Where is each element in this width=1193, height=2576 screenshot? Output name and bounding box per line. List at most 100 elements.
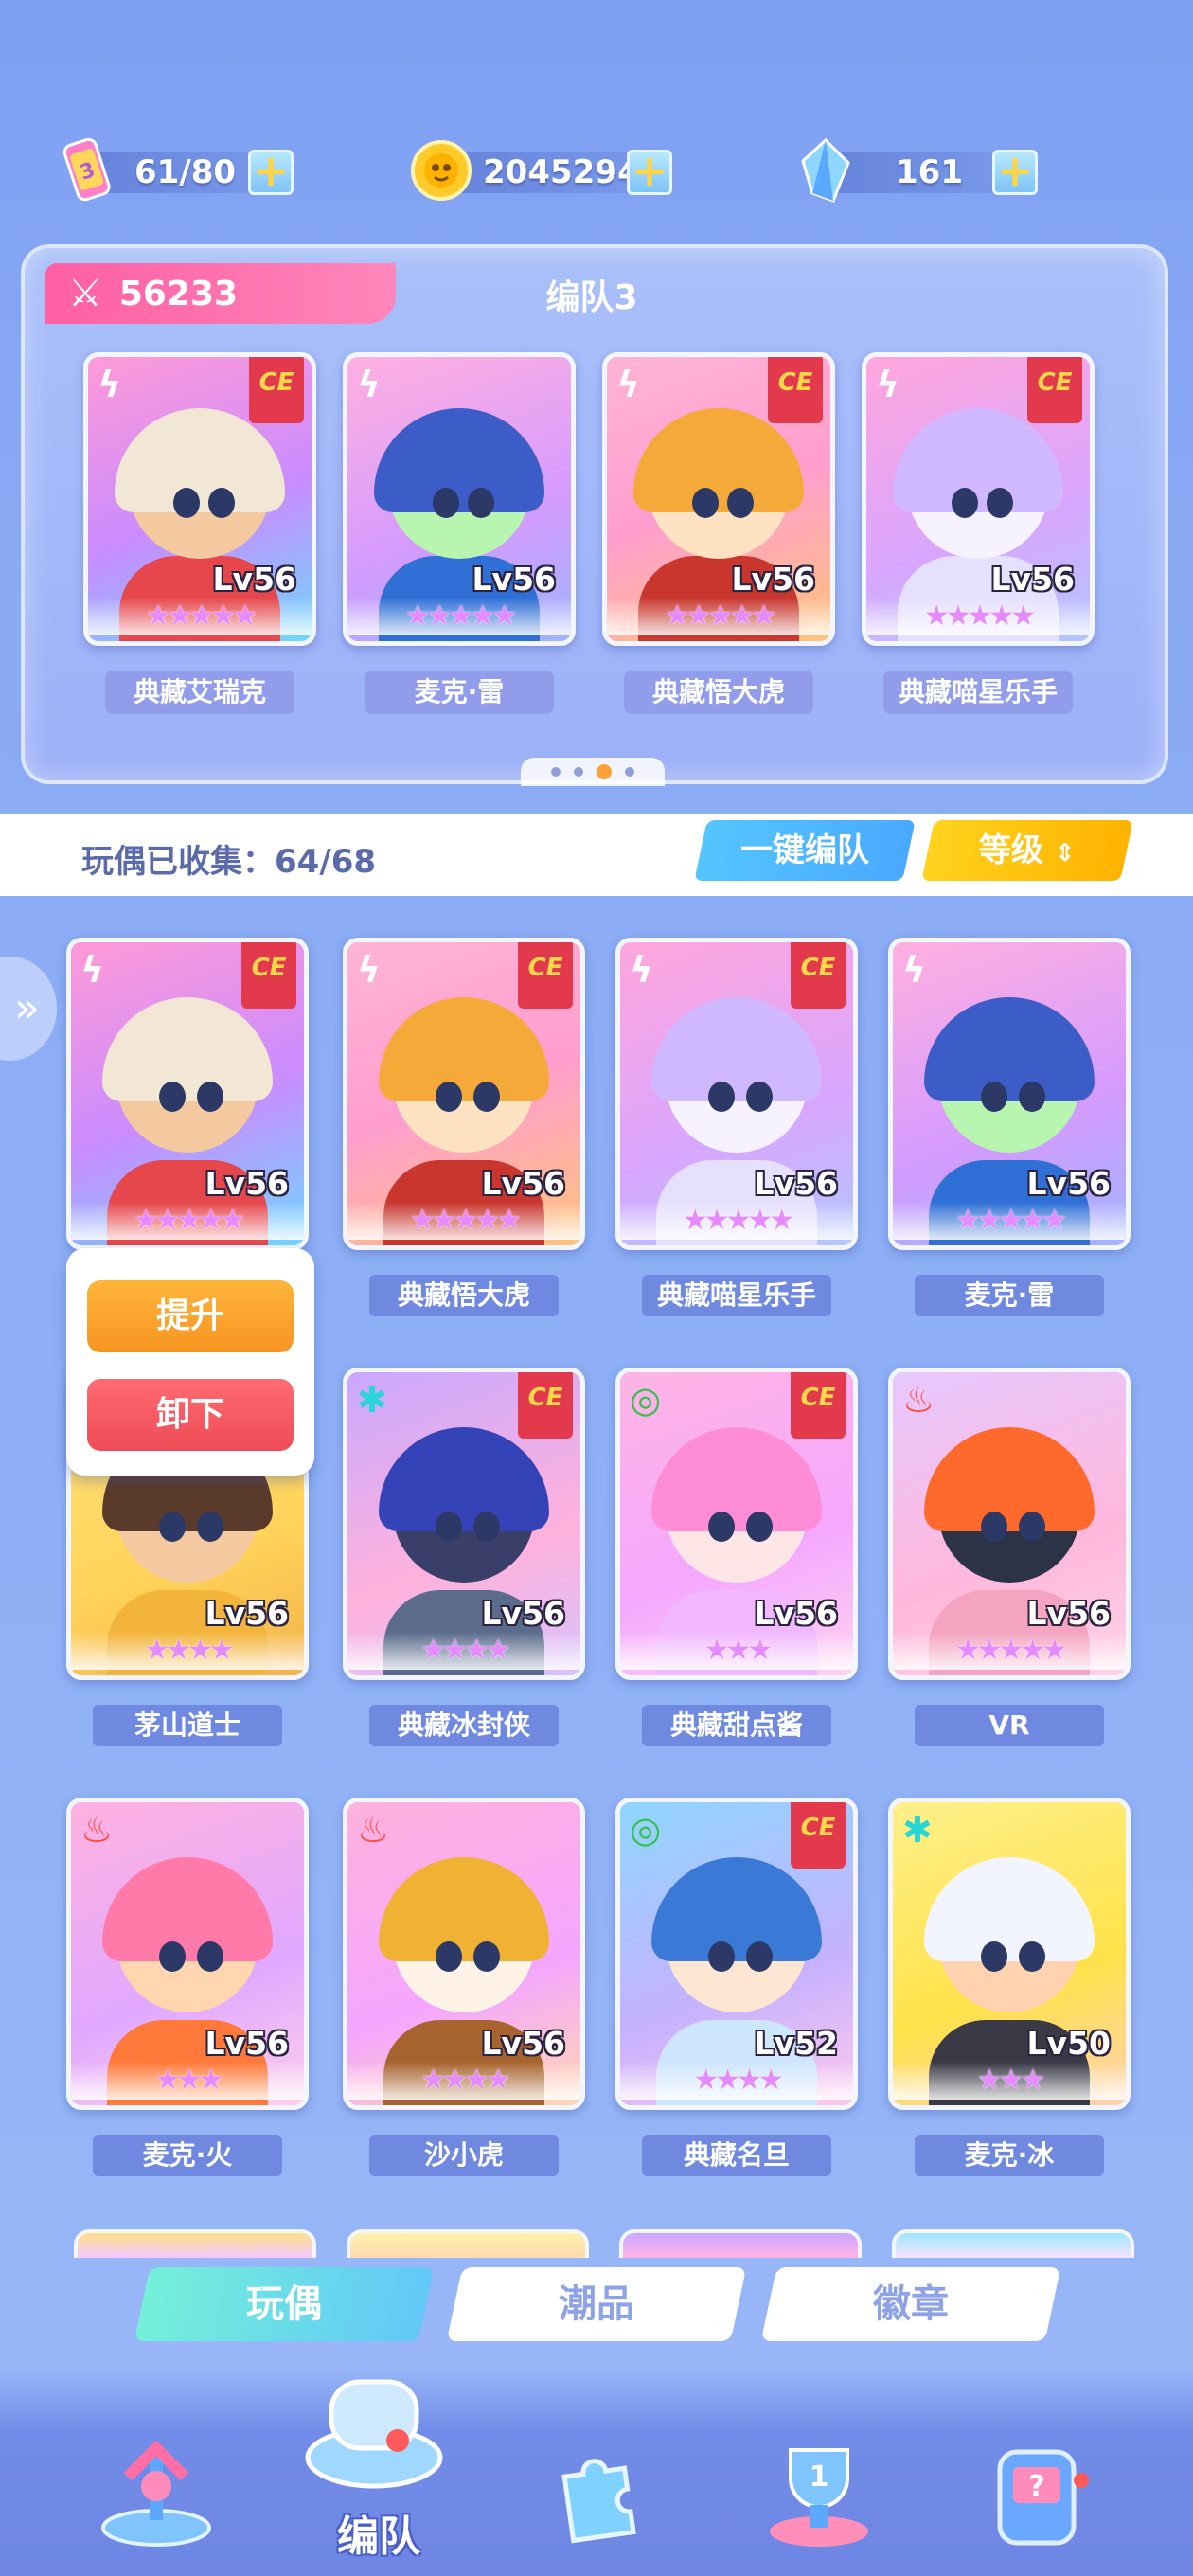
doll-card[interactable]: ◎ CE Lv56 ★★★	[615, 1368, 858, 1680]
doll-eye	[951, 488, 978, 518]
svg-text:?: ?	[1028, 2470, 1044, 2503]
doll-card[interactable]: ϟ CE Lv56 ★★★★★	[615, 938, 858, 1250]
energy-add-button[interactable]: +	[248, 149, 294, 195]
doll-card[interactable]: ♨ Lv56 ★★★	[66, 1798, 309, 2110]
doll-level: Lv56	[481, 1165, 565, 1202]
doll-eye	[196, 1512, 223, 1543]
doll-headgear	[115, 408, 285, 512]
doll-eye	[691, 488, 719, 518]
element-icon: ◎	[630, 1379, 662, 1421]
tab-trends[interactable]: 潮品	[446, 2267, 747, 2341]
doll-headgear	[651, 1856, 822, 1961]
page-dot[interactable]	[625, 767, 634, 777]
crystal-value: 161	[896, 153, 963, 191]
page-dot-active[interactable]	[596, 764, 612, 779]
remove-button[interactable]: 卸下	[87, 1379, 294, 1451]
trophy-icon[interactable]: 1	[748, 2424, 890, 2557]
svg-text:1: 1	[810, 2460, 829, 2494]
star-rating: ★★★	[71, 2062, 304, 2100]
crystal-add-button[interactable]: +	[992, 149, 1038, 195]
puzzle-icon[interactable]	[530, 2424, 672, 2557]
doll-level: Lv56	[1026, 1165, 1111, 1202]
doll-card[interactable]: ϟ Lv56 ★★★★★	[888, 938, 1131, 1250]
doll-headgear	[379, 996, 549, 1101]
auto-team-button[interactable]: 一键编队	[694, 820, 916, 881]
doll-eye	[745, 1082, 773, 1113]
doll-level: Lv56	[990, 561, 1075, 598]
element-icon: ϟ	[98, 364, 122, 405]
ce-badge-icon: CE	[791, 942, 846, 1009]
doll-headgear	[379, 1426, 549, 1531]
star-rating: ★★★★★	[71, 1202, 304, 1240]
star-rating: ★★★	[893, 2062, 1126, 2100]
doll-level: Lv56	[1026, 1595, 1111, 1632]
doll-level: Lv56	[205, 2025, 289, 2062]
team-member-name: 麦克·雷	[365, 671, 554, 714]
element-icon: ϟ	[357, 364, 382, 405]
doll-level: Lv56	[205, 1595, 289, 1632]
doll-headgear	[651, 996, 822, 1101]
star-rating: ★★★★	[347, 1632, 580, 1670]
tab-label: 潮品	[559, 2282, 634, 2326]
doll-headgear	[651, 1426, 822, 1531]
star-rating: ★★★★★	[88, 598, 312, 635]
doll-headgear	[102, 996, 273, 1101]
doll-card[interactable]: ϟ CE Lv56 ★★★★★	[862, 352, 1095, 646]
gold-coin-icon	[407, 136, 475, 205]
doll-level: Lv50	[1026, 2025, 1111, 2062]
summon-icon[interactable]	[85, 2424, 227, 2557]
element-icon: ♨	[357, 1809, 390, 1851]
star-rating: ★★★★	[71, 1632, 304, 1670]
doll-level: Lv52	[754, 2025, 838, 2062]
doll-headgear	[924, 996, 1095, 1101]
doll-level: Lv56	[731, 561, 815, 598]
page-dot[interactable]	[574, 767, 583, 777]
doll-card[interactable]: ϟ CE Lv56 ★★★★★	[66, 938, 309, 1250]
doll-level: Lv56	[472, 561, 556, 598]
doll-name: 麦克·火	[93, 2135, 282, 2176]
doll-name: 典藏名旦	[642, 2135, 831, 2176]
element-icon: ϟ	[616, 364, 641, 405]
doll-card[interactable]: ✱ CE Lv56 ★★★★	[343, 1368, 585, 1680]
gold-add-button[interactable]: +	[627, 149, 672, 195]
page-dot[interactable]	[551, 767, 561, 777]
doll-card[interactable]: ϟ CE Lv56 ★★★★★	[602, 352, 835, 646]
doll-name: 茅山道士	[93, 1705, 282, 1746]
doll-card[interactable]: ◎ CE Lv52 ★★★★	[615, 1798, 858, 2110]
doll-eye	[196, 1941, 223, 1973]
doll-eye	[1018, 1512, 1045, 1543]
ce-badge-icon: CE	[518, 1372, 573, 1439]
star-rating: ★★★	[620, 1632, 853, 1670]
doll-headgear	[924, 1856, 1095, 1961]
doll-card[interactable]: ♨ Lv56 ★★★★★	[888, 1368, 1131, 1680]
slot-machine-icon[interactable]: ?	[966, 2424, 1108, 2557]
tab-badges[interactable]: 徽章	[760, 2267, 1061, 2341]
star-rating: ★★★★	[620, 2062, 853, 2100]
upgrade-button[interactable]: 提升	[87, 1280, 294, 1352]
star-rating: ★★★★★	[347, 598, 571, 635]
element-icon: ϟ	[357, 949, 382, 991]
doll-level: Lv56	[481, 2025, 565, 2062]
element-icon: ϟ	[876, 364, 900, 405]
doll-level: Lv56	[754, 1165, 838, 1202]
element-icon: ✱	[902, 1809, 933, 1851]
team-title: 编队3	[545, 278, 638, 317]
star-rating: ★★★★★	[607, 598, 830, 635]
doll-headgear	[633, 408, 804, 512]
doll-card[interactable]: ♨ Lv56 ★★★★	[343, 1798, 585, 2110]
crystal-icon	[792, 136, 860, 205]
element-icon: ϟ	[902, 949, 927, 991]
side-expand-arrow-icon[interactable]: »	[0, 957, 57, 1061]
sort-level-button[interactable]: 等级 ⇕	[921, 820, 1133, 881]
card-peek	[74, 2229, 316, 2258]
doll-headgear	[379, 1856, 549, 1961]
doll-card[interactable]: ϟ CE Lv56 ★★★★★	[343, 938, 585, 1250]
tab-dolls[interactable]: 玩偶	[134, 2267, 435, 2341]
team-whistle-icon[interactable]	[294, 2349, 454, 2510]
doll-card[interactable]: ✱ Lv50 ★★★	[888, 1798, 1131, 2110]
doll-card[interactable]: ϟ CE Lv56 ★★★★★	[83, 352, 316, 646]
doll-action-popup: 提升 卸下	[66, 1248, 314, 1476]
doll-card[interactable]: ϟ Lv56 ★★★★★	[343, 352, 576, 646]
tab-label: 徽章	[873, 2282, 949, 2326]
card-peek	[892, 2229, 1134, 2258]
